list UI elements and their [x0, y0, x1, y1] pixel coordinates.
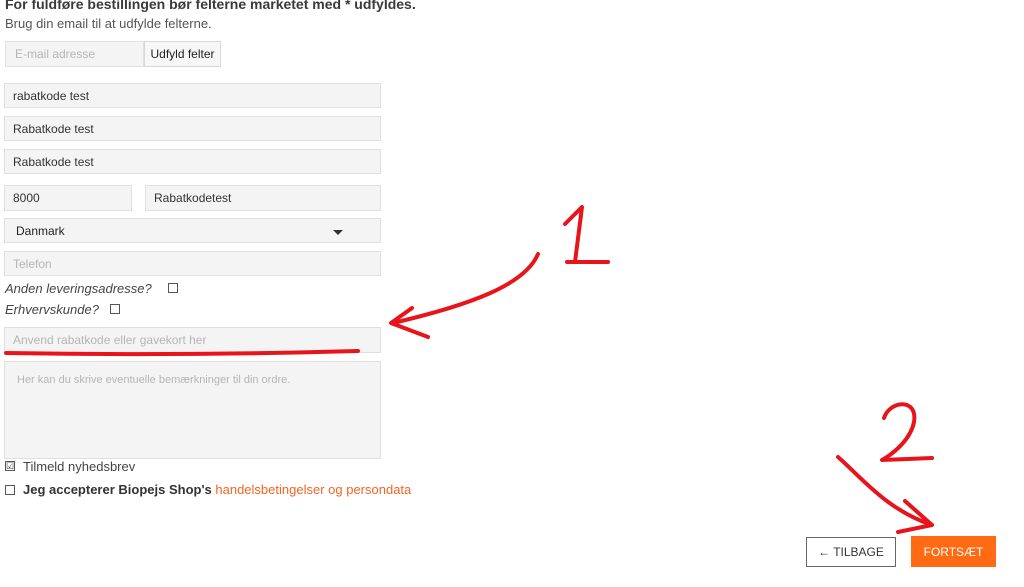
- phone-field[interactable]: [4, 251, 381, 276]
- email-autofill-input[interactable]: [5, 41, 144, 67]
- discount-code-input[interactable]: [4, 327, 381, 353]
- alt-delivery-label: Anden leveringsadresse?: [5, 281, 152, 296]
- arrow-2-shaft: [836, 455, 934, 527]
- terms-label: Jeg accepterer Biopejs Shop's handelsbet…: [23, 482, 411, 497]
- business-label: Erhvervskunde?: [5, 302, 99, 317]
- back-button[interactable]: ← TILBAGE: [806, 537, 896, 567]
- autofill-button[interactable]: Udfyld felter: [144, 41, 221, 67]
- country-selected-value: Danmark: [16, 223, 65, 238]
- newsletter-checkbox[interactable]: ☑: [5, 461, 15, 471]
- terms-checkbox[interactable]: [5, 485, 15, 495]
- order-comments-textarea[interactable]: [4, 361, 381, 459]
- terms-link[interactable]: handelsbetingelser og persondata: [215, 482, 411, 497]
- continue-button[interactable]: FORTSÆT: [911, 536, 996, 567]
- checkmark-icon: ☑: [5, 460, 15, 471]
- alt-delivery-checkbox[interactable]: [168, 283, 178, 293]
- newsletter-label: Tilmeld nyhedsbrev: [23, 459, 136, 474]
- terms-prefix: Jeg accepterer Biopejs Shop's: [23, 482, 216, 497]
- number-two-stroke: [880, 402, 934, 462]
- business-checkbox[interactable]: [110, 304, 120, 314]
- city-field[interactable]: [145, 185, 381, 211]
- page-title: For fuldføre bestillingen bør felterne m…: [5, 0, 416, 12]
- zip-field[interactable]: [4, 185, 132, 211]
- chevron-down-icon: [333, 230, 343, 235]
- name-field[interactable]: [4, 83, 381, 108]
- address-field[interactable]: [4, 149, 381, 174]
- country-select[interactable]: Danmark: [4, 218, 381, 243]
- arrow-1-head: [389, 306, 430, 339]
- number-one-stroke: [563, 205, 610, 264]
- arrow-2-head: [896, 499, 934, 534]
- page-subtitle: Brug din email til at udfylde felterne.: [5, 16, 212, 31]
- company-field[interactable]: [4, 116, 381, 141]
- arrow-1-shaft: [391, 252, 540, 325]
